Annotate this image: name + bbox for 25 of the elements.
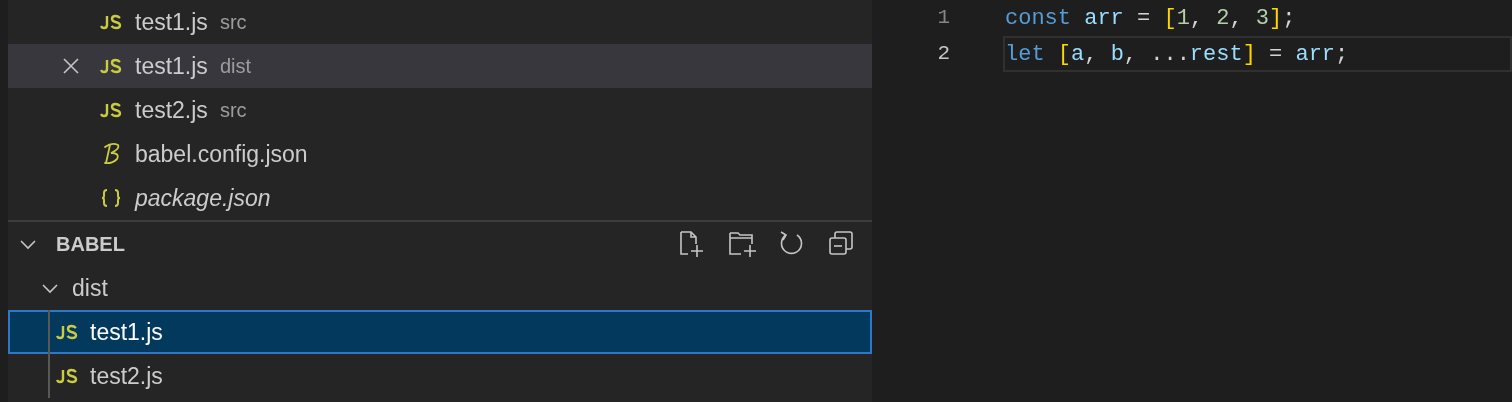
new-folder-icon[interactable] xyxy=(728,230,758,258)
folder-description: src xyxy=(219,98,247,123)
file-name: test1.js xyxy=(135,51,208,81)
section-header[interactable]: BABEL xyxy=(8,222,872,266)
section-title: BABEL xyxy=(56,232,125,257)
braces-icon xyxy=(100,188,122,208)
file-name: test1.js xyxy=(135,7,208,37)
folder-item[interactable]: dist xyxy=(8,266,872,310)
js-file-icon xyxy=(100,14,122,30)
code-line: const arr = [1, 2, 3]; xyxy=(1004,4,1297,33)
line-number: 2 xyxy=(936,41,950,68)
folder-description: dist xyxy=(219,54,251,79)
js-file-icon xyxy=(56,324,78,340)
file-name: test2.js xyxy=(135,95,208,125)
js-file-icon xyxy=(100,102,122,118)
js-file-icon xyxy=(56,368,78,384)
close-icon xyxy=(62,57,80,75)
js-file-icon xyxy=(100,58,122,74)
folder-description: src xyxy=(219,10,247,35)
line-number: 1 xyxy=(936,5,950,32)
file-name: package.json xyxy=(135,183,271,213)
file-item[interactable]: test2.js xyxy=(8,354,872,398)
file-item[interactable]: test1.js xyxy=(8,310,872,354)
open-editor-item[interactable]: test1.js dist xyxy=(8,44,872,88)
file-name: babel.config.json xyxy=(135,139,308,169)
